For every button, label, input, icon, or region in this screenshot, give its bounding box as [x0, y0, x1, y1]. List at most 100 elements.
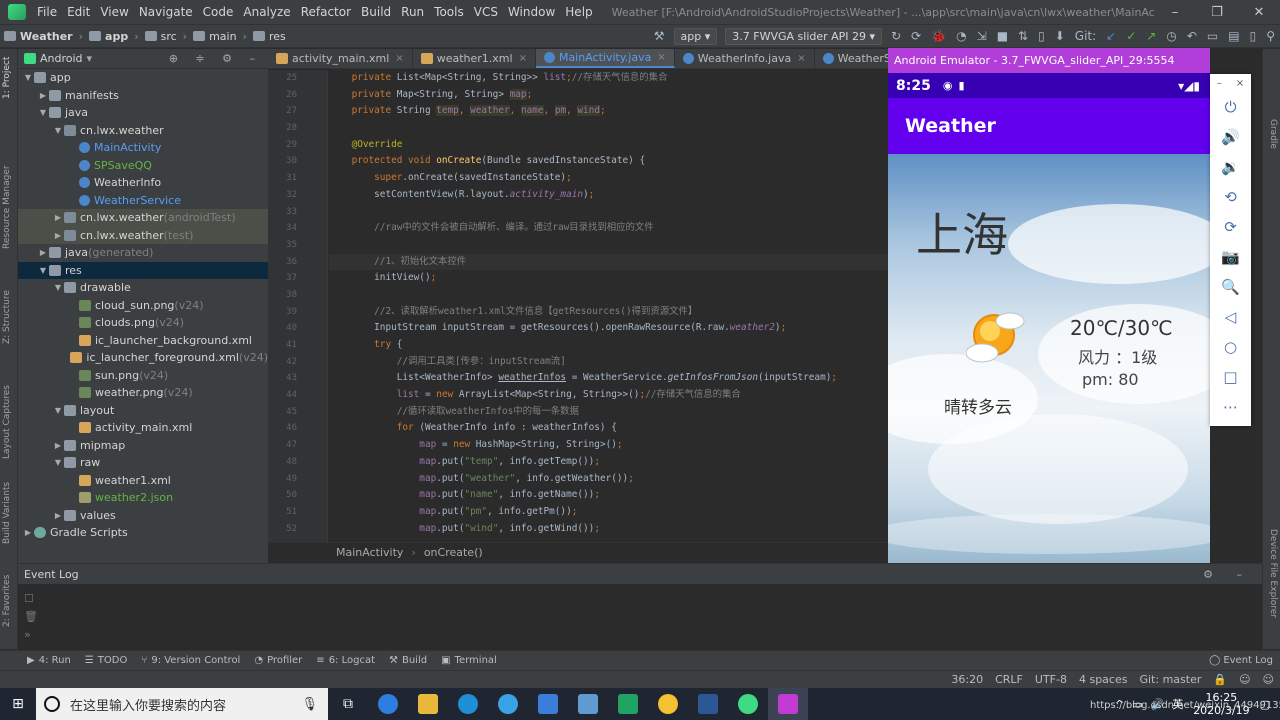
back-icon[interactable]: ◁ [1210, 308, 1251, 326]
rerun-icon[interactable]: ↻ [886, 29, 906, 43]
microphone-icon[interactable]: 🎙 [301, 697, 318, 712]
code-editor[interactable]: private List<Map<String, String>> list; /… [329, 70, 888, 542]
tree-item[interactable]: weather2.json [18, 489, 268, 507]
layout-captures-tab[interactable]: Layout Captures [2, 385, 12, 459]
event-icon[interactable]: ☺ [1257, 673, 1280, 686]
code-line[interactable]: list = new ArrayList<Map<String, String>… [329, 387, 888, 404]
event-log-toolbar-icons[interactable]: ☐ 🗑» [24, 590, 38, 644]
close-tab-icon[interactable]: × [657, 52, 665, 63]
code-line[interactable]: @Override [329, 137, 888, 154]
code-line[interactable]: //调用工具类[传参：inputStream流] [329, 354, 888, 371]
code-line[interactable]: map.put("temp", info.getTemp()); [329, 454, 888, 471]
taskbar-app-notes[interactable] [608, 688, 648, 720]
breadcrumb-class[interactable]: MainActivity [336, 546, 403, 559]
chevron-right-icon[interactable]: ▶ [37, 248, 49, 257]
breadcrumb-main[interactable]: main [189, 30, 240, 43]
tree-item[interactable]: sun.png (v24) [18, 367, 268, 385]
taskbar-app-chat[interactable] [648, 688, 688, 720]
breadcrumb-app[interactable]: app [85, 30, 132, 43]
project-tool-tab[interactable]: 1: Project [2, 57, 12, 99]
close-tab-icon[interactable]: × [395, 53, 403, 64]
code-line[interactable]: map.put("wind", info.getWind()); [329, 521, 888, 538]
taskbar-app-qq[interactable] [488, 688, 528, 720]
tree-item[interactable]: ic_launcher_foreground.xml (v24) [18, 349, 268, 367]
chevron-down-icon[interactable]: ▼ [52, 458, 64, 467]
chevron-down-icon[interactable]: ▼ [22, 73, 34, 82]
tool-window-tab[interactable]: ▣ Terminal [434, 655, 504, 666]
home-icon[interactable]: ○ [1210, 338, 1251, 356]
notification-icon[interactable]: ▢ [1256, 698, 1274, 711]
taskbar-app-store[interactable] [568, 688, 608, 720]
tree-item[interactable]: ic_launcher_background.xml [18, 332, 268, 350]
breadcrumb-src[interactable]: src [141, 30, 181, 43]
tool-window-tab[interactable]: ≡ 6: Logcat [309, 655, 382, 666]
structure-tab[interactable]: Z: Structure [2, 290, 12, 344]
hammer-icon[interactable]: ⚒ [649, 29, 670, 43]
tool-window-tab[interactable]: ▶ 4: Run [20, 655, 78, 666]
device-select[interactable]: 3.7 FWVGA slider API 29 ▾ [725, 27, 883, 45]
code-line[interactable]: for (WeatherInfo info : weatherInfos) { [329, 420, 888, 437]
volume-icon[interactable]: 🔊 [1146, 698, 1168, 711]
tree-item[interactable]: clouds.png (v24) [18, 314, 268, 332]
git-update-icon[interactable]: ↙ [1101, 29, 1121, 43]
volume-down-icon[interactable]: 🔉 [1210, 158, 1251, 176]
tree-item[interactable]: SPSaveQQ [18, 157, 268, 175]
rotate-right-icon[interactable]: ⟳ [1210, 218, 1251, 236]
power-icon[interactable]: ⏻ [1210, 98, 1251, 116]
code-line[interactable]: //raw中的文件会被自动解析、编译。通过raw目录找到相应的文件 [329, 220, 888, 237]
close-tab-icon[interactable]: × [797, 53, 805, 64]
code-line[interactable]: map.put("pm", info.getPm()); [329, 504, 888, 521]
device-icon[interactable]: ▯ [1245, 29, 1262, 43]
sdk-manager-icon[interactable]: ⬇ [1050, 29, 1070, 43]
face-icon[interactable]: ☺ [1233, 673, 1256, 686]
tree-item[interactable]: ▼ app [18, 69, 268, 87]
tree-item[interactable]: ▶ mipmap [18, 437, 268, 455]
minimize-button[interactable]: – [1154, 5, 1196, 20]
code-line[interactable]: map.put("name", info.getName()); [329, 487, 888, 504]
taskbar-search-box[interactable]: 在这里输入你要搜索的内容 🎙 [36, 688, 328, 720]
editor-tab[interactable]: activity_main.xml × [268, 49, 413, 68]
breadcrumb-res[interactable]: res [249, 30, 290, 43]
chevron-down-icon[interactable]: ▼ [52, 126, 64, 135]
code-line[interactable]: try { [329, 337, 888, 354]
code-line[interactable] [329, 120, 888, 137]
attach-debugger-icon[interactable]: ⇲ [972, 29, 992, 43]
taskbar-clock[interactable]: 16:25 2020/3/19 [1187, 691, 1255, 717]
editor-tab[interactable]: weather1.xml × [413, 49, 536, 68]
structure-icon[interactable]: ▤ [1223, 29, 1244, 43]
menu-refactor[interactable]: Refactor [296, 5, 356, 19]
close-icon[interactable]: × [1236, 78, 1244, 89]
chevron-right-icon[interactable]: ▶ [52, 213, 64, 222]
menu-run[interactable]: Run [396, 5, 429, 19]
menu-analyze[interactable]: Analyze [238, 5, 295, 19]
taskbar-app-explorer[interactable] [408, 688, 448, 720]
breadcrumb-method[interactable]: onCreate() [424, 546, 483, 559]
tree-item[interactable]: ▶ cn.lwx.weather (androidTest) [18, 209, 268, 227]
sync-icon[interactable]: ⇅ [1013, 29, 1033, 43]
event-log-tab[interactable]: ◯ Event Log [1202, 655, 1280, 666]
file-encoding[interactable]: UTF-8 [1029, 673, 1073, 686]
menu-vcs[interactable]: VCS [469, 5, 503, 19]
menu-code[interactable]: Code [198, 5, 239, 19]
tree-item[interactable]: activity_main.xml [18, 419, 268, 437]
taskbar-app-browser[interactable] [368, 688, 408, 720]
build-variants-tab[interactable]: Build Variants [2, 482, 12, 544]
tree-item[interactable]: weather1.xml [18, 472, 268, 490]
code-line[interactable]: InputStream inputStream = getResources()… [329, 320, 888, 337]
code-line[interactable]: //2、读取解析weather1.xml文件信息【getResources()得… [329, 304, 888, 321]
debug-icon[interactable]: 🐞 [926, 29, 951, 43]
network-icon[interactable]: ▭ [1128, 698, 1146, 711]
device-file-explorer-tab[interactable]: Device File Explorer [1268, 529, 1278, 618]
code-line[interactable]: super.onCreate(savedInstanceState); [329, 170, 888, 187]
tree-item[interactable]: ▼ res [18, 261, 268, 279]
camera-icon[interactable]: 📷 [1210, 248, 1251, 266]
taskbar-app-settings[interactable] [528, 688, 568, 720]
git-commit-icon[interactable]: ✓ [1121, 29, 1141, 43]
code-line[interactable]: List<WeatherInfo> weatherInfos = Weather… [329, 370, 888, 387]
tree-item[interactable]: cloud_sun.png (v24) [18, 297, 268, 315]
code-line[interactable]: private String temp, weather, name, pm, … [329, 103, 888, 120]
gradle-tab[interactable]: Gradle [1268, 119, 1278, 149]
code-line[interactable]: setContentView(R.layout.activity_main); [329, 187, 888, 204]
chevron-down-icon[interactable]: ▼ [37, 266, 49, 275]
git-branch[interactable]: Git: master [1133, 673, 1207, 686]
